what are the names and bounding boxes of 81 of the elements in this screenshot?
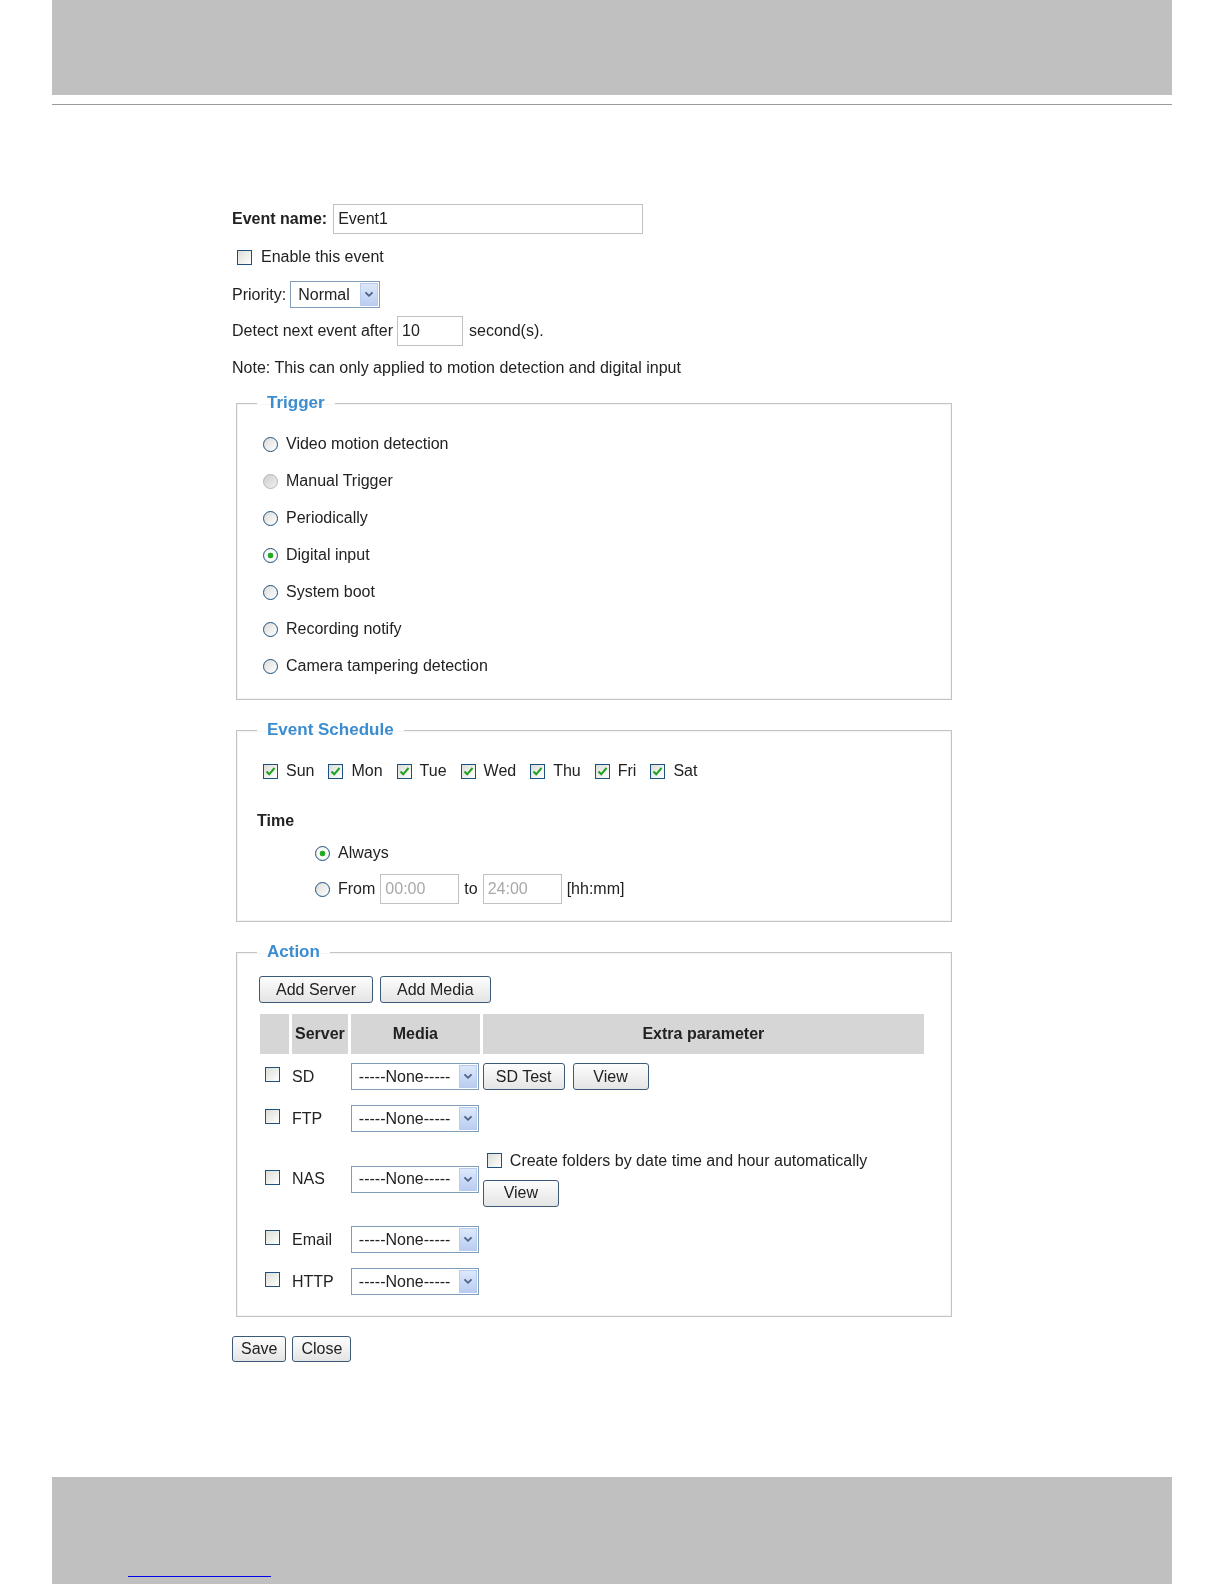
checkbox[interactable]: [265, 1230, 280, 1245]
checkbox[interactable]: [486, 1153, 502, 1168]
radio-button[interactable]: [315, 881, 330, 897]
checkbox[interactable]: [460, 763, 476, 779]
dropdown[interactable]: -----None-----: [350, 1105, 479, 1132]
column-header: [260, 1014, 289, 1054]
section-title: Action: [266, 942, 321, 962]
text-field[interactable]: Event1: [333, 204, 644, 234]
column-header: Server: [292, 1014, 348, 1054]
chevron-down-icon: [360, 283, 379, 306]
radio-button[interactable]: [263, 547, 278, 563]
checkbox[interactable]: [265, 1272, 280, 1287]
radio-button[interactable]: [263, 658, 278, 674]
radio-button[interactable]: [263, 621, 278, 637]
button[interactable]: View: [482, 1179, 559, 1207]
button[interactable]: Add Media: [380, 976, 491, 1003]
radio-label: From: [338, 880, 376, 898]
radio-label: Periodically: [286, 509, 368, 527]
button[interactable]: View: [572, 1063, 649, 1090]
checkbox[interactable]: [328, 763, 344, 779]
field-label: Detect next event after: [232, 322, 393, 340]
radio-button[interactable]: [263, 436, 278, 452]
checkbox[interactable]: [237, 249, 252, 265]
format-hint: [hh:mm]: [566, 880, 625, 898]
checkbox[interactable]: [265, 1067, 280, 1082]
checkbox[interactable]: [265, 1169, 280, 1185]
chevron-down-icon: [458, 1167, 477, 1191]
chevron-down-icon: [458, 1228, 477, 1251]
checkbox[interactable]: [396, 763, 412, 779]
checkbox-label: Enable this event: [261, 248, 384, 266]
radio-button[interactable]: [263, 584, 278, 600]
button[interactable]: SD Test: [482, 1063, 565, 1090]
section-title: Event Schedule: [266, 720, 395, 740]
server-name: SD: [292, 1067, 315, 1085]
checkbox[interactable]: [265, 1109, 280, 1124]
to-label: to: [464, 880, 478, 898]
server-name: HTTP: [292, 1272, 334, 1290]
section-title: Trigger: [266, 393, 326, 413]
column-header: Extra parameter: [482, 1014, 924, 1054]
unit-label: second(s).: [469, 322, 544, 340]
button[interactable]: Close: [292, 1336, 352, 1362]
dropdown[interactable]: -----None-----: [350, 1226, 479, 1253]
checkbox[interactable]: [594, 763, 610, 779]
day-label: Fri: [617, 762, 637, 780]
chevron-down-icon: [458, 1107, 477, 1130]
radio-label: Digital input: [286, 546, 370, 564]
number-field[interactable]: 10: [397, 316, 463, 346]
checkbox[interactable]: [263, 763, 278, 779]
day-label: Mon: [351, 762, 383, 780]
column-header: Media: [350, 1014, 480, 1054]
button[interactable]: Add Server: [259, 976, 374, 1003]
time-label: Time: [257, 812, 295, 829]
dropdown[interactable]: Normal: [290, 281, 381, 308]
button[interactable]: Save: [232, 1336, 287, 1362]
checkbox[interactable]: [650, 763, 666, 779]
radio-button[interactable]: [315, 845, 330, 861]
checkbox[interactable]: [530, 763, 546, 779]
chevron-down-icon: [458, 1270, 477, 1293]
note-text: Note: This can only applied to motion detection and digital input: [232, 359, 681, 377]
radio-label: Recording notify: [286, 620, 402, 638]
chevron-down-icon: [458, 1065, 477, 1088]
radio-button[interactable]: [263, 510, 278, 526]
field-label: Event name:: [232, 210, 328, 228]
radio-label: Always: [338, 844, 389, 862]
checkbox-label: Create folders by date time and hour automatically: [509, 1151, 868, 1170]
dropdown[interactable]: -----None-----: [350, 1268, 479, 1295]
server-name: FTP: [292, 1109, 323, 1127]
server-name: NAS: [292, 1170, 325, 1187]
radio-label: System boot: [286, 583, 375, 601]
radio-label: Camera tampering detection: [286, 657, 488, 675]
field-label: Priority:: [232, 285, 287, 304]
server-name: Email: [292, 1230, 332, 1248]
day-label: Tue: [419, 762, 447, 780]
day-label: Wed: [483, 762, 517, 780]
dropdown[interactable]: -----None-----: [350, 1063, 479, 1090]
day-label: Thu: [553, 762, 581, 780]
day-label: Sun: [286, 762, 315, 780]
dropdown[interactable]: -----None-----: [350, 1165, 479, 1193]
radio-label: Manual Trigger: [286, 472, 393, 490]
day-label: Sat: [673, 762, 698, 780]
radio-label: Video motion detection: [286, 435, 449, 453]
